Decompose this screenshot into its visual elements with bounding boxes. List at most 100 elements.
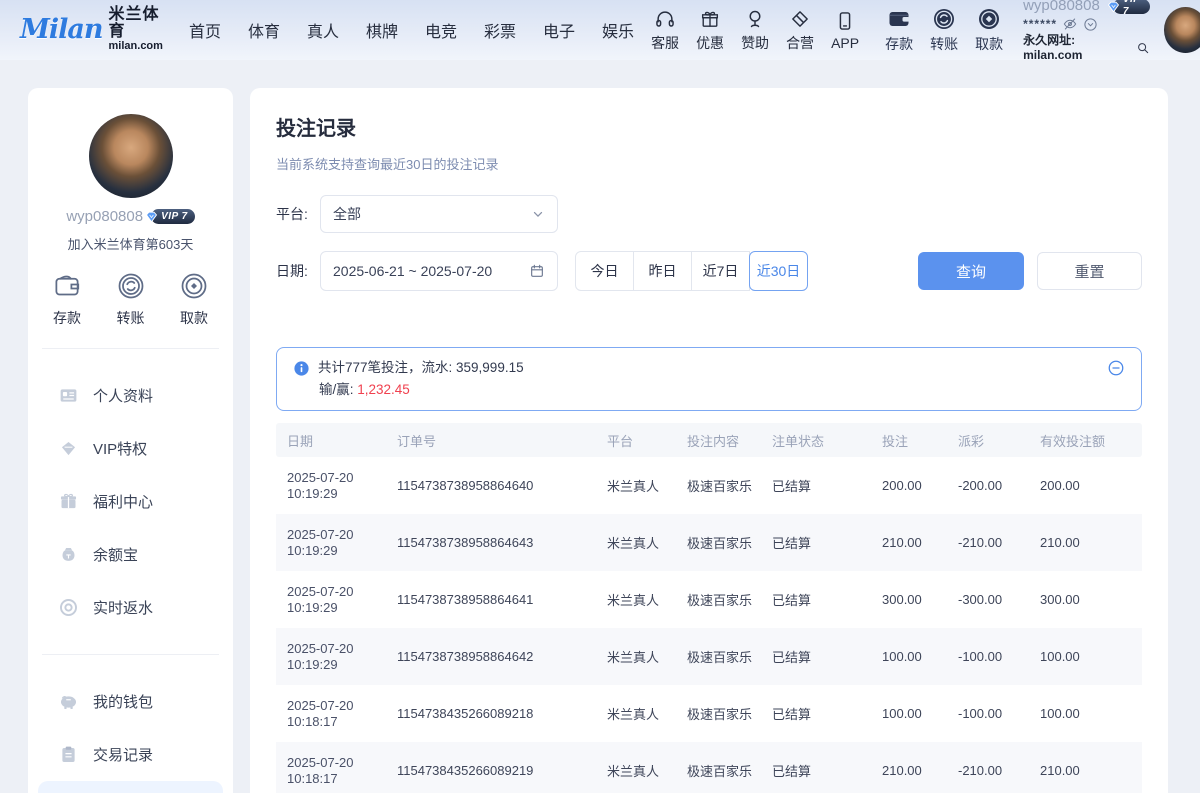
row-content: 极速百家乐 [676,761,761,780]
sidebar-vip-badge: VIP 7 [151,209,195,224]
circle-chevron-icon[interactable] [1083,17,1098,32]
col-date: 日期 [276,431,386,450]
summary-totals-text: 共计777笔投注，流水: 359,999.15 [318,357,524,379]
user-info-block: wyp080808 VIP 7 ****** 永久网址: milan.com [1023,0,1149,63]
user-avatar[interactable] [1164,7,1200,53]
row-valid: 300.00 [1029,592,1142,607]
row-bet: 210.00 [871,535,947,550]
nav-item-sports[interactable]: 体育 [248,18,280,42]
rebate-rings-icon [58,597,79,618]
piggy-bank-icon [58,691,79,712]
bet-records-panel: 投注记录 当前系统支持查询最近30日的投注记录 平台: 全部 日期: 2025-… [250,88,1168,793]
row-valid: 200.00 [1029,478,1142,493]
range-yesterday-button[interactable]: 昨日 [633,251,692,291]
divider [42,348,219,349]
row-content: 极速百家乐 [676,476,761,495]
row-valid: 210.00 [1029,763,1142,778]
row-date: 2025-07-20 [287,584,354,599]
nav-item-entertainment[interactable]: 娱乐 [602,18,634,42]
nav-item-lottery[interactable]: 彩票 [484,18,516,42]
win-loss-label: 输/赢: [319,382,357,397]
sidebar-item-wallet[interactable]: 我的钱包 [28,675,233,728]
sidebar-item-profile[interactable]: 个人资料 [28,369,233,422]
row-bet: 200.00 [871,478,947,493]
nav-item-esports[interactable]: 电竞 [425,18,457,42]
table-row: 2025-07-2010:18:17 1154738435266089219 米… [276,742,1142,793]
username-text: wyp080808 [1023,0,1100,15]
collapse-minus-icon[interactable] [1107,359,1125,377]
nav-item-live[interactable]: 真人 [307,18,339,42]
masked-balance: ****** [1023,17,1057,32]
nav-item-slots[interactable]: 电子 [543,18,575,42]
partner-button[interactable]: 合营 [786,8,814,53]
sidebar-item-bet-records[interactable]: 投注记录 [38,781,223,793]
row-time: 10:19:29 [287,657,338,672]
date-filter-row: 日期: 2025-06-21 ~ 2025-07-20 今日 昨日 近7日 近3… [276,251,1142,291]
deposit-button[interactable]: 存款 [885,7,913,54]
sidebar-item-yuebao[interactable]: 余额宝 [28,528,233,581]
row-order: 1154738738958864641 [386,592,596,607]
sidebar-item-transactions[interactable]: 交易记录 [28,728,233,781]
sidebar-item-rebate[interactable]: 实时返水 [28,581,233,634]
withdraw-circle-icon [977,7,1001,31]
range-7days-button[interactable]: 近7日 [691,251,750,291]
row-order: 1154738435266089218 [386,706,596,721]
row-status: 已结算 [761,476,871,495]
sponsor-button[interactable]: 赞助 [741,8,769,53]
range-30days-button[interactable]: 近30日 [749,251,808,291]
diamond-handshake-icon [789,8,811,30]
app-button[interactable]: APP [831,10,859,51]
reset-button[interactable]: 重置 [1037,252,1142,290]
eye-off-icon[interactable] [1062,16,1078,32]
withdraw-outline-icon [179,271,209,301]
row-date: 2025-07-20 [287,698,354,713]
sidebar-withdraw-button[interactable]: 取款 [179,271,209,328]
row-content: 极速百家乐 [676,704,761,723]
gem-icon [1106,0,1121,14]
search-button[interactable]: 查询 [918,252,1024,290]
calendar-icon [529,263,545,279]
platform-select[interactable]: 全部 [320,195,558,233]
sidebar-item-welfare[interactable]: 福利中心 [28,475,233,528]
row-valid: 100.00 [1029,706,1142,721]
row-date: 2025-07-20 [287,641,354,656]
brand-logo[interactable]: Milan 米兰体育 milan.com [20,7,163,52]
gem-icon [144,209,159,224]
row-bet: 100.00 [871,649,947,664]
magnifier-icon[interactable] [1136,41,1150,55]
sidebar-username: wyp080808 [66,208,143,225]
promo-button[interactable]: 优惠 [696,8,724,53]
sidebar-transfer-button[interactable]: 转账 [116,271,146,328]
transfer-outline-icon [116,271,146,301]
nav-item-home[interactable]: 首页 [189,18,221,42]
vip-diamond-icon [58,438,79,459]
gift-filled-icon [58,491,79,512]
row-status: 已结算 [761,647,871,666]
row-platform: 米兰真人 [596,647,676,666]
table-row: 2025-07-2010:18:17 1154738435266089218 米… [276,685,1142,742]
row-time: 10:19:29 [287,486,338,501]
sidebar-menu-primary: 个人资料 VIP特权 福利中心 余额宝 实时返水 [28,369,233,634]
withdraw-button[interactable]: 取款 [975,7,1003,54]
service-button[interactable]: 客服 [651,8,679,53]
table-row: 2025-07-2010:19:29 1154738738958864643 米… [276,514,1142,571]
row-status: 已结算 [761,761,871,780]
headset-icon [654,8,676,30]
range-today-button[interactable]: 今日 [575,251,634,291]
trophy-icon [744,8,766,30]
join-days-text: 加入米兰体育第603天 [28,234,233,253]
sidebar-item-vip[interactable]: VIP特权 [28,422,233,475]
row-time: 10:18:17 [287,771,338,786]
row-status: 已结算 [761,704,871,723]
row-date: 2025-07-20 [287,755,354,770]
profile-avatar [89,114,173,198]
transfer-button[interactable]: 转账 [930,7,958,54]
col-platform: 平台 [596,431,676,450]
row-date: 2025-07-20 [287,527,354,542]
nav-item-chess[interactable]: 棋牌 [366,18,398,42]
vip-badge: VIP 7 [1113,0,1150,14]
logo-script-text: Milan [20,14,103,45]
date-range-input[interactable]: 2025-06-21 ~ 2025-07-20 [320,251,558,291]
sidebar-deposit-button[interactable]: 存款 [52,271,82,328]
main-nav: 首页 体育 真人 棋牌 电竞 彩票 电子 娱乐 [189,18,634,42]
